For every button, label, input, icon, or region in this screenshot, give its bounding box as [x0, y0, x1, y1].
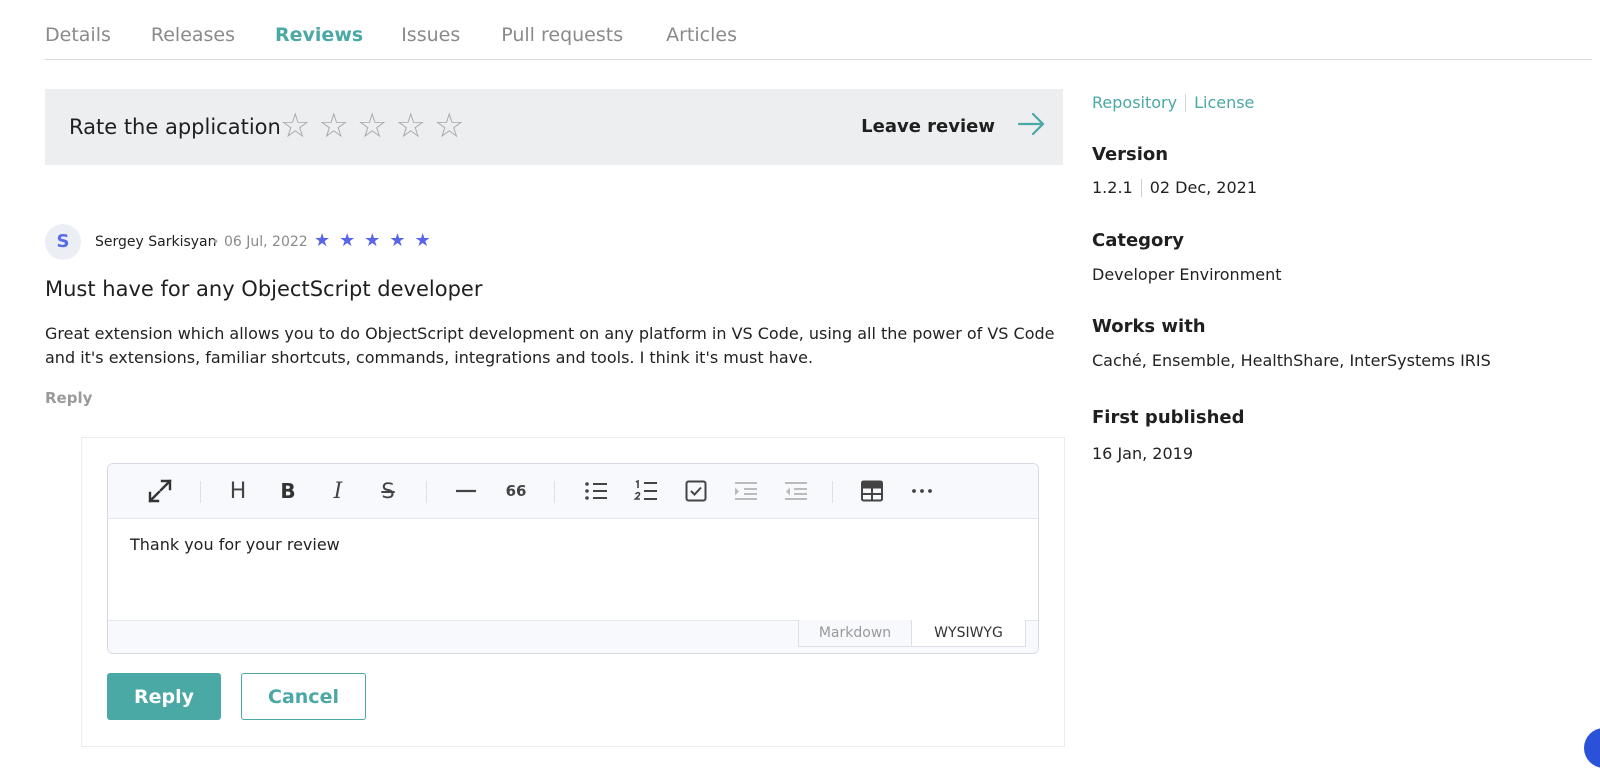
- review-rating: ★ ★ ★ ★ ★: [314, 229, 431, 253]
- review-body: Great extension which allows you to do O…: [45, 324, 1055, 367]
- reply-button[interactable]: Reply: [107, 673, 221, 720]
- version-divider: [1140, 179, 1142, 197]
- separator-dot: •: [212, 235, 220, 249]
- indent-icon[interactable]: [732, 477, 760, 505]
- leave-review-link[interactable]: Leave review: [861, 115, 995, 139]
- license-link[interactable]: License: [1194, 92, 1254, 114]
- table-icon[interactable]: [858, 477, 886, 505]
- rating-input: ☆ ☆ ☆ ☆ ☆: [280, 108, 464, 144]
- heading-icon[interactable]: H: [224, 477, 252, 505]
- tab-reviews[interactable]: Reviews: [275, 22, 363, 48]
- version-date: 02 Dec, 2021: [1149, 178, 1258, 197]
- works-with-heading: Works with: [1092, 316, 1206, 337]
- review-author[interactable]: Sergey Sarkisyan: [95, 232, 217, 252]
- review-date: 06 Jul, 2022: [224, 234, 308, 250]
- tab-issues[interactable]: Issues: [401, 22, 460, 48]
- filled-star-icon: ★: [414, 230, 431, 251]
- quote-icon[interactable]: 66: [502, 477, 530, 505]
- filled-star-icon: ★: [314, 230, 331, 251]
- version-info: 1.2.1 02 Dec, 2021: [1092, 177, 1257, 199]
- empty-star-icon[interactable]: ☆: [357, 108, 387, 144]
- editor-mode-bar: Markdown WYSIWYG: [108, 620, 1038, 653]
- italic-icon[interactable]: I: [324, 477, 352, 505]
- version-number: 1.2.1: [1092, 178, 1133, 197]
- strikethrough-icon[interactable]: S: [374, 477, 402, 505]
- works-with-value: Caché, Ensemble, HealthShare, InterSyste…: [1092, 351, 1491, 370]
- expand-icon[interactable]: [146, 477, 174, 505]
- reply-link[interactable]: Reply: [45, 388, 92, 408]
- sidebar-links: Repository License: [1092, 92, 1254, 114]
- markdown-editor: H B I S 66 Thank you for your review Mar…: [107, 463, 1039, 654]
- horizontal-rule-icon[interactable]: [452, 477, 480, 505]
- version-heading: Version: [1092, 144, 1169, 165]
- first-published-heading: First published: [1092, 407, 1245, 428]
- cancel-button[interactable]: Cancel: [241, 673, 366, 720]
- category-value: Developer Environment: [1092, 265, 1282, 284]
- tab-pull-requests[interactable]: Pull requests: [501, 22, 623, 48]
- more-icon[interactable]: [908, 477, 936, 505]
- toolbar-divider: [426, 481, 427, 503]
- filled-star-icon: ★: [364, 230, 381, 251]
- tab-articles[interactable]: Articles: [666, 22, 737, 48]
- wysiwyg-mode-tab[interactable]: WYSIWYG: [911, 620, 1026, 647]
- tab-details[interactable]: Details: [45, 22, 111, 48]
- tabs-divider: [45, 59, 1592, 60]
- task-list-icon[interactable]: [682, 477, 710, 505]
- category-heading: Category: [1092, 230, 1185, 251]
- link-divider: [1185, 94, 1187, 112]
- tab-releases[interactable]: Releases: [151, 22, 235, 48]
- avatar: S: [45, 224, 81, 260]
- chat-widget-button[interactable]: [1584, 728, 1600, 768]
- arrow-right-icon[interactable]: [1017, 111, 1047, 141]
- empty-star-icon[interactable]: ☆: [280, 108, 310, 144]
- toolbar-divider: [200, 481, 201, 503]
- filled-star-icon: ★: [339, 230, 356, 251]
- bullet-list-icon[interactable]: [582, 477, 610, 505]
- tab-bar: Details Releases Reviews Issues Pull req…: [45, 22, 737, 48]
- ordered-list-icon[interactable]: [632, 477, 660, 505]
- review-title: Must have for any ObjectScript developer: [45, 277, 483, 301]
- markdown-mode-tab[interactable]: Markdown: [798, 620, 912, 647]
- empty-star-icon[interactable]: ☆: [318, 108, 348, 144]
- first-published-value: 16 Jan, 2019: [1092, 444, 1193, 463]
- empty-star-icon[interactable]: ☆: [434, 108, 464, 144]
- rate-label: Rate the application: [69, 115, 281, 139]
- bold-icon[interactable]: B: [274, 477, 302, 505]
- filled-star-icon: ★: [389, 230, 406, 251]
- repository-link[interactable]: Repository: [1092, 92, 1177, 114]
- toolbar-divider: [832, 481, 833, 503]
- editor-content[interactable]: Thank you for your review: [130, 534, 340, 556]
- toolbar-divider: [554, 481, 555, 503]
- rate-application-panel: Rate the application ☆ ☆ ☆ ☆ ☆ Leave rev…: [45, 89, 1063, 165]
- outdent-icon[interactable]: [782, 477, 810, 505]
- editor-toolbar: H B I S 66: [108, 464, 1038, 519]
- empty-star-icon[interactable]: ☆: [395, 108, 425, 144]
